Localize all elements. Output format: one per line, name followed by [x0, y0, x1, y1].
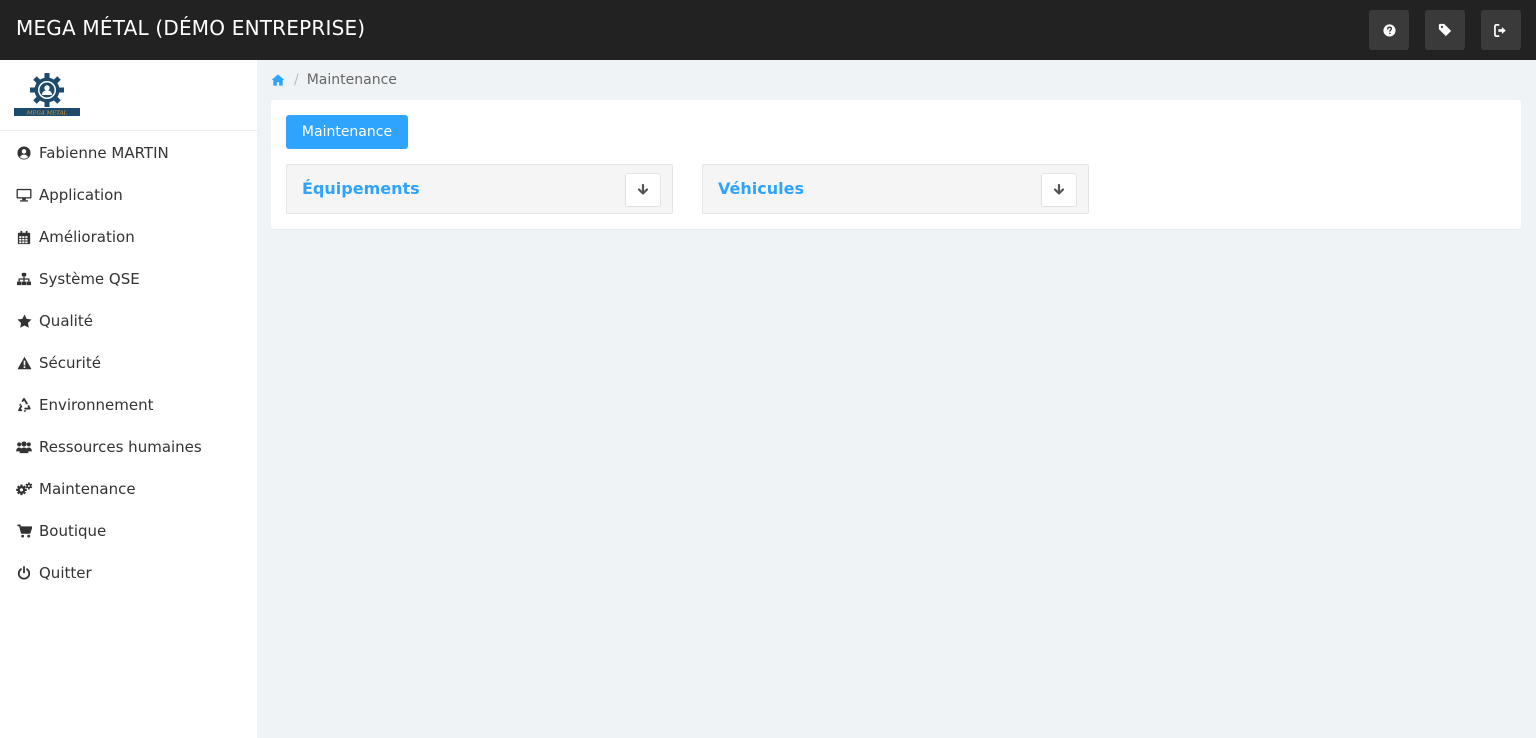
sidebar-item-application[interactable]: Application: [0, 174, 257, 216]
desktop-icon: [15, 187, 33, 203]
breadcrumb: / Maintenance: [271, 71, 397, 89]
card-title-vehicules[interactable]: Véhicules: [718, 179, 804, 198]
top-bar: MEGA MÉTAL (DÉMO ENTREPRISE): [0, 0, 1536, 60]
maintenance-panel: Maintenance Équipements Véhicules: [271, 100, 1521, 229]
sidebar-item-label: Sécurité: [39, 354, 101, 372]
sidebar-item-label: Fabienne MARTIN: [39, 144, 169, 162]
breadcrumb-current: Maintenance: [306, 72, 397, 88]
sidebar-item-systeme-qse[interactable]: Système QSE: [0, 258, 257, 300]
sidebar-item-securite[interactable]: Sécurité: [0, 342, 257, 384]
sitemap-icon: [15, 271, 33, 287]
sidebar-item-label: Amélioration: [39, 228, 135, 246]
card-equipements: Équipements: [286, 164, 673, 214]
cogs-icon: [15, 481, 33, 497]
logo-area: MEGA METAL: [0, 60, 257, 131]
star-icon: [15, 313, 33, 329]
card-vehicules: Véhicules: [702, 164, 1089, 214]
company-logo[interactable]: MEGA METAL: [14, 72, 80, 117]
breadcrumb-separator: /: [294, 72, 299, 88]
arrow-down-icon: [1053, 181, 1065, 200]
sidebar-item-label: Système QSE: [39, 270, 140, 288]
sidebar-item-label: Environnement: [39, 396, 154, 414]
sidebar-item-label: Application: [39, 186, 123, 204]
maintenance-button[interactable]: Maintenance: [286, 115, 408, 149]
expand-vehicules-button[interactable]: [1041, 173, 1077, 207]
sidebar-item-label: Boutique: [39, 522, 107, 540]
sidebar-item-label: Maintenance: [39, 480, 136, 498]
sidebar-item-quitter[interactable]: Quitter: [0, 552, 257, 594]
sidebar-item-environnement[interactable]: Environnement: [0, 384, 257, 426]
sidebar-item-boutique[interactable]: Boutique: [0, 510, 257, 552]
help-button[interactable]: [1369, 10, 1409, 50]
card-title-equipements[interactable]: Équipements: [302, 179, 420, 198]
shopping-cart-icon: [15, 523, 33, 539]
tags-button[interactable]: [1425, 10, 1465, 50]
logo-text: MEGA METAL: [26, 110, 68, 116]
logout-button[interactable]: [1481, 10, 1521, 50]
user-circle-icon: [15, 145, 33, 161]
sidebar-item-qualite[interactable]: Qualité: [0, 300, 257, 342]
app-title: MEGA MÉTAL (DÉMO ENTREPRISE): [16, 16, 366, 40]
warning-icon: [15, 355, 33, 371]
sidebar-item-label: Quitter: [39, 564, 92, 582]
users-icon: [15, 439, 33, 455]
sidebar-item-maintenance[interactable]: Maintenance: [0, 468, 257, 510]
sidebar-item-amelioration[interactable]: Amélioration: [0, 216, 257, 258]
question-circle-icon: [1382, 23, 1396, 37]
expand-equipements-button[interactable]: [625, 173, 661, 207]
recycle-icon: [15, 397, 33, 413]
sidebar-item-ressources-humaines[interactable]: Ressources humaines: [0, 426, 257, 468]
home-icon[interactable]: [271, 73, 285, 87]
power-off-icon: [15, 565, 33, 581]
tag-icon: [1438, 23, 1452, 37]
calendar-icon: [15, 229, 33, 245]
sidebar: MEGA METAL Fabienne MARTIN Application A…: [0, 60, 257, 738]
arrow-down-icon: [637, 181, 649, 200]
sidebar-item-label: Ressources humaines: [39, 438, 202, 456]
sidebar-nav: Fabienne MARTIN Application Amélioration…: [0, 132, 257, 594]
main-content: / Maintenance Maintenance Équipements Vé…: [257, 60, 1536, 738]
sign-out-icon: [1494, 23, 1508, 37]
sidebar-item-label: Qualité: [39, 312, 93, 330]
sidebar-item-user[interactable]: Fabienne MARTIN: [0, 132, 257, 174]
